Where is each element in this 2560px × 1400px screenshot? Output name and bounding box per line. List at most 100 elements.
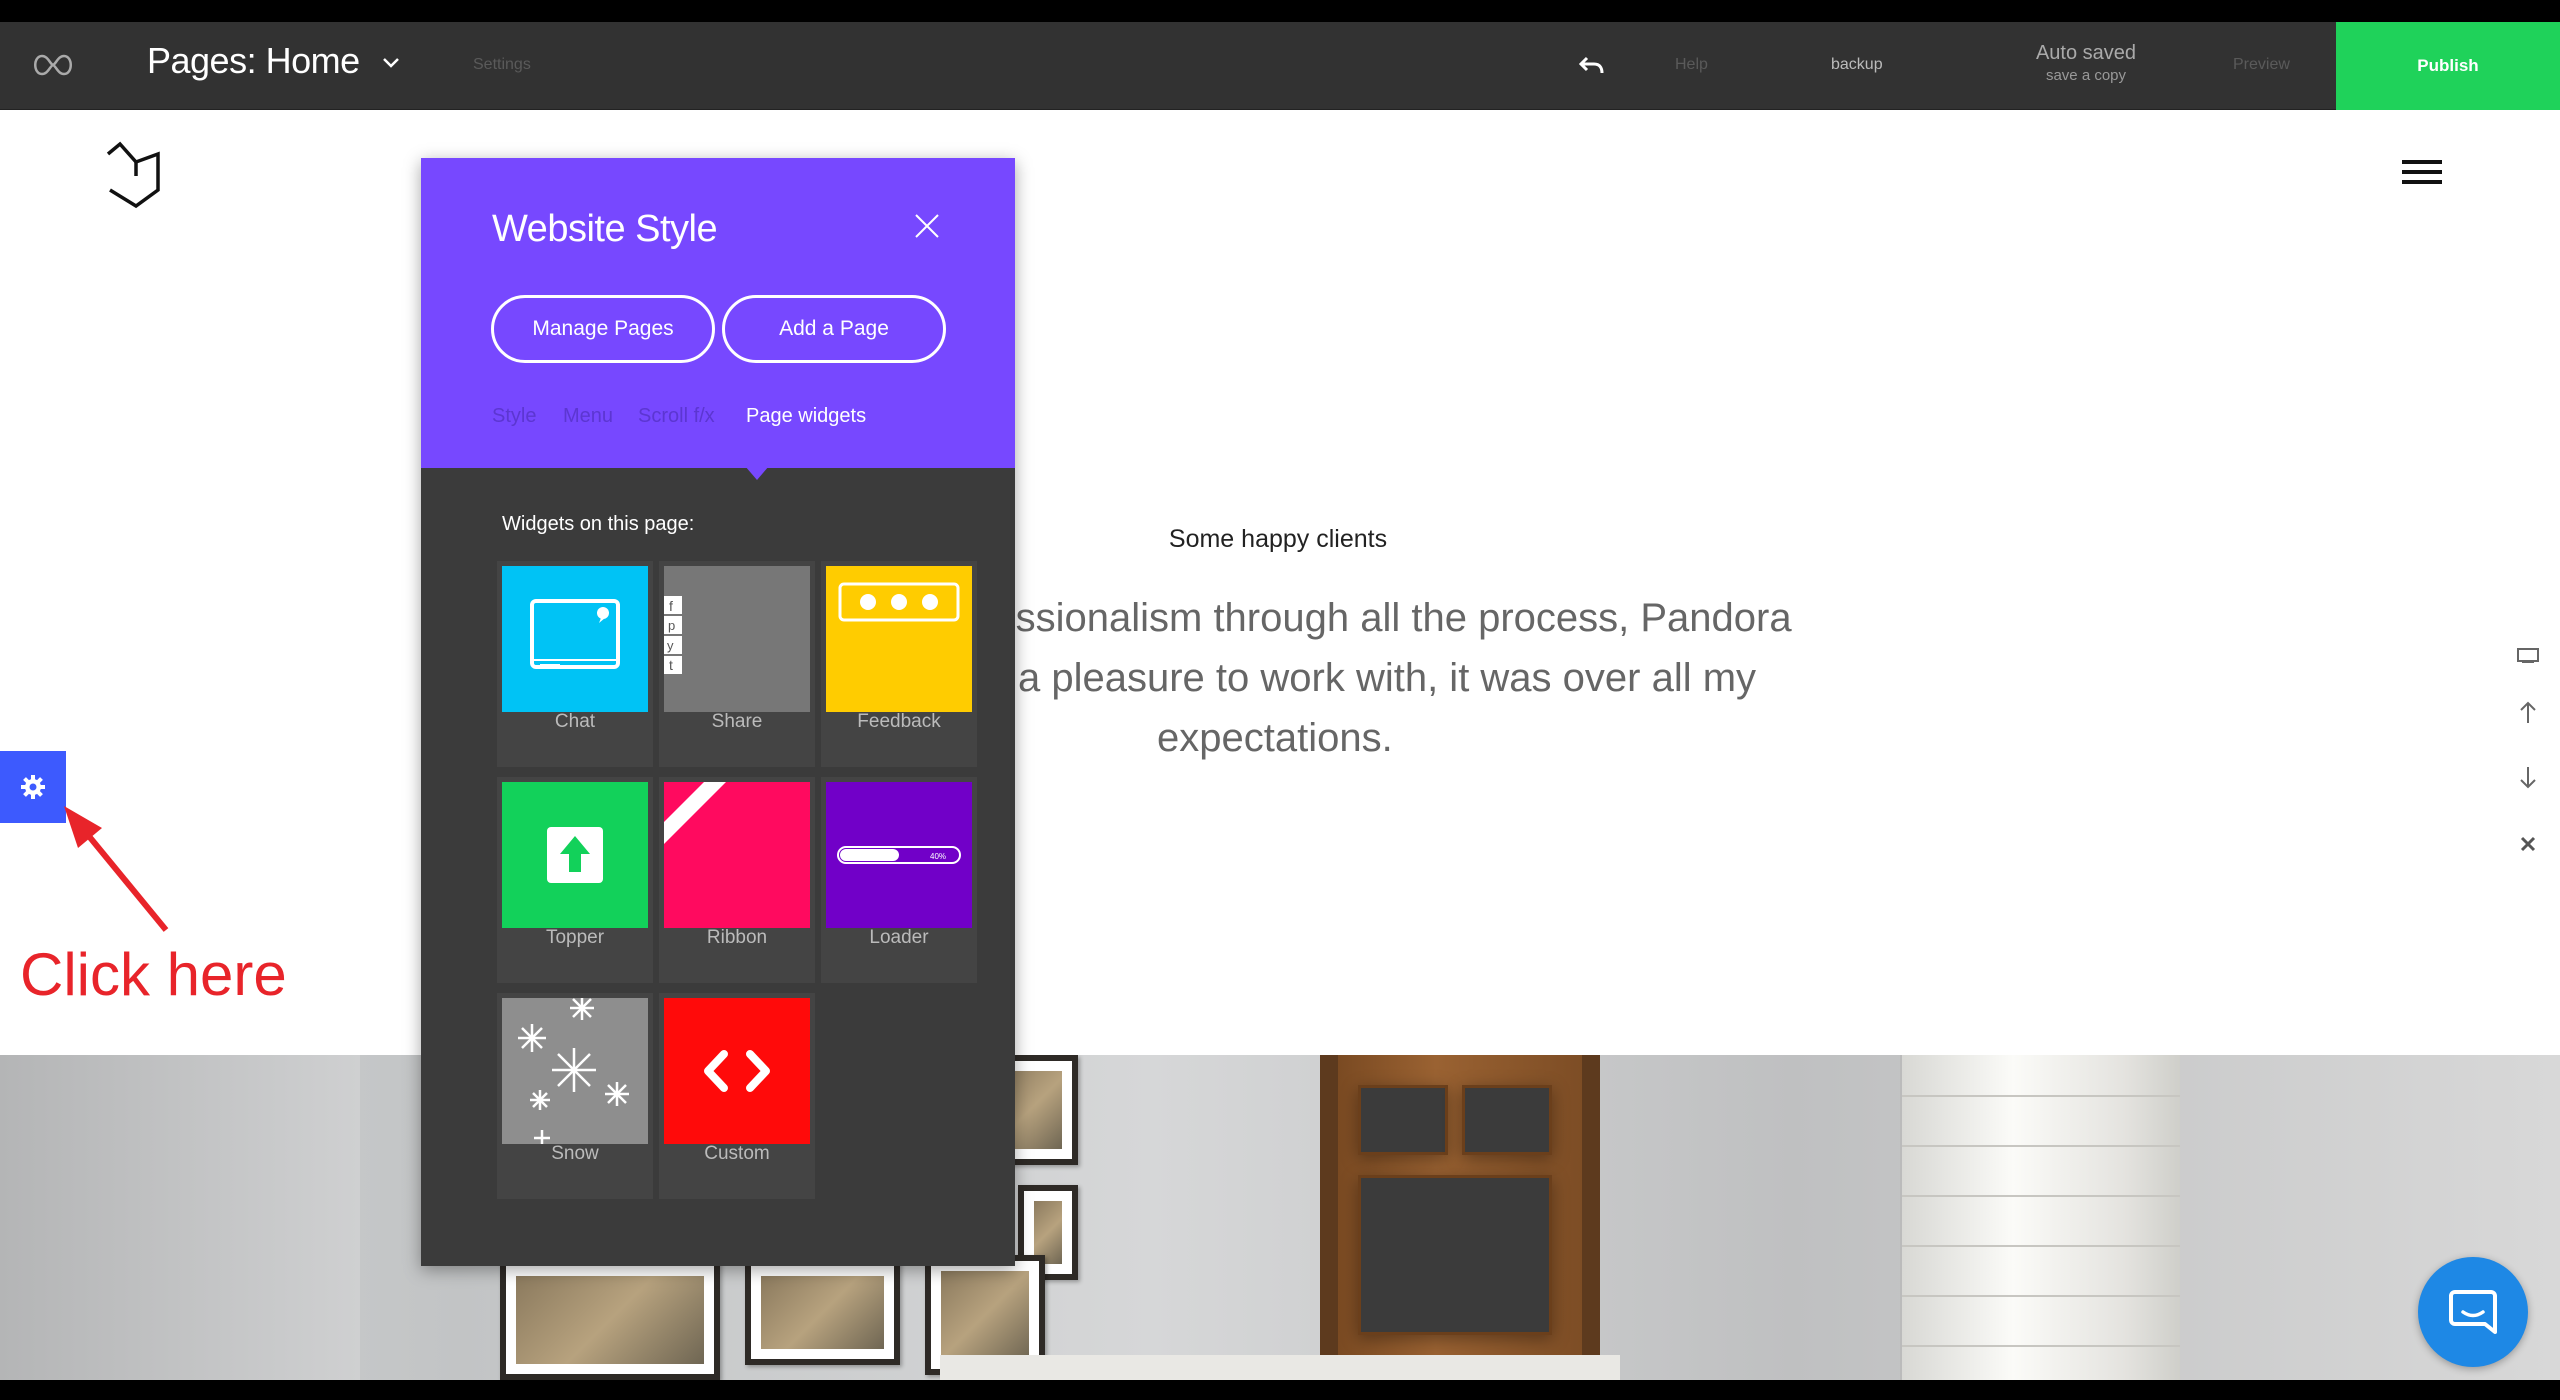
quote-line: expectations.	[1157, 716, 1393, 760]
help-button[interactable]: Help	[1675, 56, 1708, 74]
tiled-stove	[1900, 1055, 2180, 1380]
loader-widget-thumbnail: 40%	[826, 782, 972, 928]
door-panel	[1358, 1175, 1552, 1335]
snowflakes-icon	[518, 998, 629, 1144]
tab-scroll-fx[interactable]: Scroll f/x	[638, 405, 715, 428]
editor-root: Pages: Home Settings Help backup Auto sa…	[0, 0, 2560, 1400]
widget-label: Feedback	[857, 711, 941, 732]
add-page-button[interactable]: Add a Page	[722, 295, 946, 363]
widget-custom[interactable]: Custom	[659, 993, 815, 1199]
widget-snow[interactable]: Snow	[497, 993, 653, 1199]
widget-label: Chat	[554, 711, 596, 732]
panel-header: Website Style Manage Pages Add a Page St…	[421, 158, 1015, 468]
site-logo[interactable]	[102, 140, 166, 210]
interior-photo	[0, 1055, 2560, 1380]
progress-bar-icon: 40%	[837, 846, 961, 864]
manage-pages-button[interactable]: Manage Pages	[491, 295, 715, 363]
widget-chat[interactable]: Chat	[497, 561, 653, 767]
frame-picture	[941, 1271, 1029, 1359]
pages-selector[interactable]: Pages: Home	[147, 40, 360, 82]
widget-label: Share	[711, 711, 763, 732]
tile-line	[1902, 1245, 2180, 1247]
autosaved-label: Auto saved	[2035, 42, 2137, 64]
tile-line	[1902, 1195, 2180, 1197]
editor-toolbar: Pages: Home Settings Help backup Auto sa…	[0, 22, 2560, 110]
ribbon-widget-thumbnail	[664, 782, 810, 928]
widget-ribbon[interactable]: Ribbon	[659, 777, 815, 983]
floor-strip	[940, 1355, 1620, 1380]
delete-section-icon[interactable]	[2510, 826, 2546, 862]
custom-widget-thumbnail	[664, 998, 810, 1144]
click-here-label: Click here	[20, 941, 287, 1008]
corner-ribbon-icon	[664, 782, 726, 844]
door-panel	[1462, 1085, 1552, 1155]
tile-line	[1902, 1345, 2180, 1347]
testimonials-heading: Some happy clients	[1168, 525, 1388, 553]
svg-text:y: y	[667, 638, 674, 653]
backup-button[interactable]: backup	[1831, 56, 1883, 74]
quote-line: ofessionalism through all the process, P…	[960, 596, 1792, 640]
tab-page-widgets[interactable]: Page widgets	[746, 405, 866, 428]
feedback-dots-icon	[838, 582, 960, 622]
chat-window-icon	[530, 599, 620, 669]
wall-frame	[500, 1260, 720, 1380]
section-device-icon[interactable]	[2510, 638, 2546, 674]
wall-shade	[0, 1055, 360, 1380]
widget-label: Loader	[869, 927, 929, 948]
widgets-heading: Widgets on this page:	[502, 513, 695, 535]
widget-topper[interactable]: Topper	[497, 777, 653, 983]
chat-widget-thumbnail	[502, 566, 648, 712]
door-panel	[1358, 1085, 1448, 1155]
publish-button[interactable]: Publish	[2336, 22, 2560, 110]
widget-label: Ribbon	[706, 927, 768, 948]
tile-line	[1902, 1295, 2180, 1297]
tab-menu[interactable]: Menu	[563, 405, 613, 428]
hamburger-line	[2402, 180, 2442, 184]
undo-icon[interactable]	[1578, 52, 1606, 78]
tile-line	[1902, 1145, 2180, 1147]
annotation-arrow	[64, 806, 169, 932]
quote-line: a pleasure to work with, it was over all…	[1018, 656, 1757, 700]
wooden-door	[1320, 1055, 1600, 1360]
snow-widget-thumbnail	[502, 998, 648, 1144]
frame-picture	[516, 1276, 704, 1364]
infinity-icon[interactable]	[30, 52, 76, 78]
chat-bubble-icon	[2449, 1290, 2497, 1334]
chevron-down-icon[interactable]	[378, 50, 404, 76]
topper-widget-thumbnail	[502, 782, 648, 928]
save-copy-link[interactable]: save a copy	[2000, 67, 2172, 84]
svg-text:p: p	[668, 618, 675, 633]
hamburger-menu-icon[interactable]	[2402, 160, 2442, 188]
tab-style[interactable]: Style	[492, 405, 536, 428]
svg-text:t: t	[669, 657, 673, 673]
share-widget-thumbnail: f p y t	[664, 566, 810, 712]
move-down-icon[interactable]	[2510, 760, 2546, 796]
widget-label: Snow	[551, 1143, 599, 1164]
social-share-icons: f p y t	[664, 596, 682, 674]
widget-label: Topper	[545, 927, 605, 948]
move-up-icon[interactable]	[2510, 694, 2546, 730]
code-brackets-icon	[704, 1050, 770, 1092]
widget-loader[interactable]: 40% Loader	[821, 777, 977, 983]
loader-percent: 40%	[930, 852, 946, 861]
gear-icon	[21, 775, 45, 799]
svg-text:f: f	[669, 598, 673, 614]
settings-button[interactable]: Settings	[473, 56, 531, 74]
website-canvas: Some happy clients ofessionalism through…	[0, 110, 2560, 1055]
wall-frame	[745, 1260, 900, 1365]
autosave-status[interactable]: Auto saved save a copy	[2000, 42, 2172, 84]
hamburger-line	[2402, 160, 2442, 164]
website-style-panel: Website Style Manage Pages Add a Page St…	[421, 158, 1015, 1266]
preview-button[interactable]: Preview	[2233, 56, 2290, 74]
arrow-up-icon	[547, 827, 603, 883]
panel-title: Website Style	[492, 208, 718, 250]
active-tab-indicator	[745, 466, 769, 480]
widget-share[interactable]: f p y t Share	[659, 561, 815, 767]
widget-label: Custom	[704, 1143, 770, 1164]
feedback-widget-thumbnail	[826, 566, 972, 712]
chat-bubble-button[interactable]	[2418, 1257, 2528, 1367]
close-icon[interactable]	[911, 210, 943, 242]
widget-feedback[interactable]: Feedback	[821, 561, 977, 767]
frame-picture	[761, 1276, 884, 1349]
hamburger-line	[2402, 170, 2442, 174]
